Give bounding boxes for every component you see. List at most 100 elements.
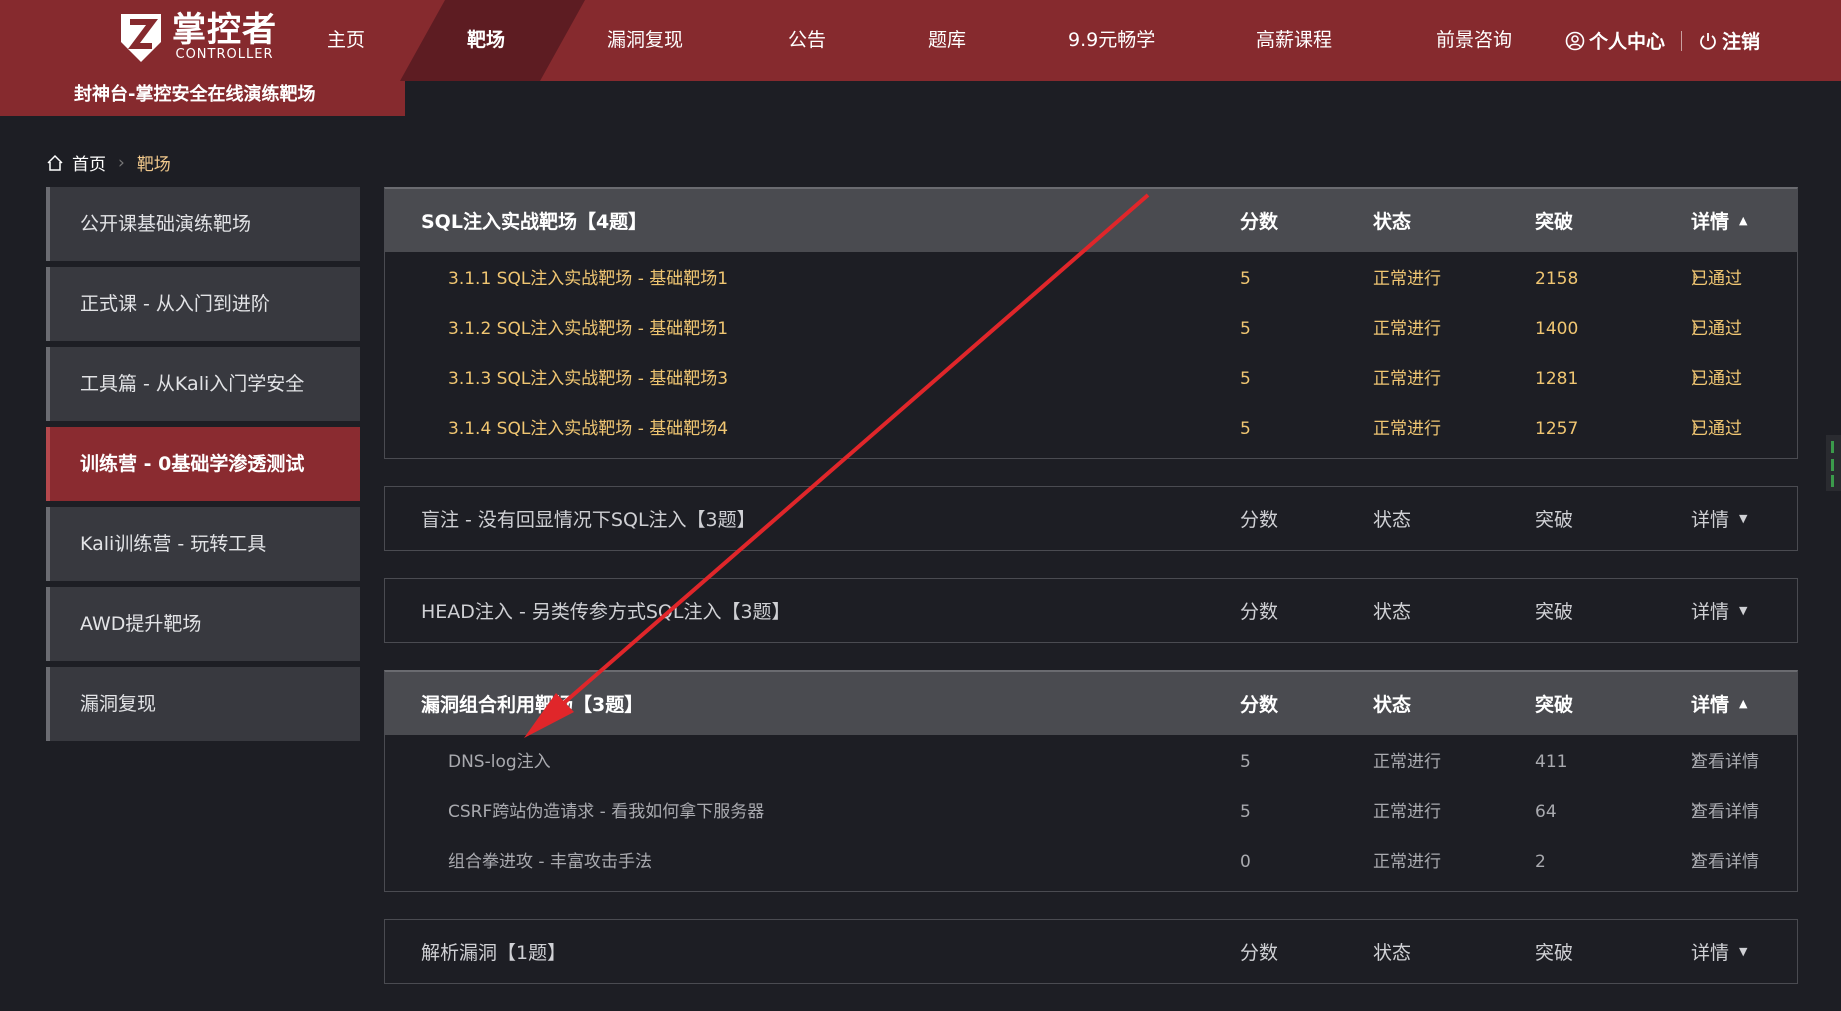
row-solved: 1257 xyxy=(1535,419,1579,439)
panel-header[interactable]: HEAD注入 - 另类传参方式SQL注入【3题】 分数 状态 突破 详情 ▼ xyxy=(385,579,1797,642)
sidebar-item-vuln-repro[interactable]: 漏洞复现 xyxy=(46,667,360,741)
table-row[interactable]: CSRF跨站伪造请求 - 看我如何拿下服务器 5 正常进行 64 查看详情 〉 xyxy=(385,787,1797,837)
panel-header[interactable]: SQL注入实战靶场【4题】 分数 状态 突破 详情 ▲ xyxy=(385,189,1797,252)
range-list: SQL注入实战靶场【4题】 分数 状态 突破 详情 ▲ 3.1.1 SQL注入实战… xyxy=(384,187,1798,1011)
caret-down-icon: ▼ xyxy=(1739,604,1748,617)
sidebar-item-awd[interactable]: AWD提升靶场 xyxy=(46,587,360,661)
user-center-label: 个人中心 xyxy=(1589,31,1666,53)
detail-toggle[interactable]: 详情 ▲ xyxy=(1691,207,1747,234)
logout-link[interactable]: 注销 xyxy=(1698,27,1760,54)
row-name[interactable]: 3.1.4 SQL注入实战靶场 - 基础靶场4 xyxy=(448,404,728,454)
table-row[interactable]: 组合拳进攻 - 丰富攻击手法 0 正常进行 2 查看详情 〉 xyxy=(385,837,1797,887)
brand-logo[interactable]: 掌控者 CONTROLLER xyxy=(118,10,277,66)
caret-down-icon: ▼ xyxy=(1739,512,1748,525)
detail-toggle[interactable]: 详情 ▼ xyxy=(1691,505,1747,532)
col-detail: 详情 xyxy=(1691,694,1730,716)
col-score: 分数 xyxy=(1240,601,1279,623)
table-row[interactable]: 3.1.2 SQL注入实战靶场 - 基础靶场1 5 正常进行 1400 已通过 … xyxy=(385,304,1797,354)
col-score: 分数 xyxy=(1240,694,1279,716)
row-name[interactable]: CSRF跨站伪造请求 - 看我如何拿下服务器 xyxy=(448,787,764,837)
nav-range[interactable]: 靶场 xyxy=(467,0,505,81)
table-row[interactable]: DNS-log注入 5 正常进行 411 查看详情 〉 xyxy=(385,737,1797,787)
nav-home[interactable]: 主页 xyxy=(327,0,365,81)
col-detail: 详情 xyxy=(1691,509,1730,531)
row-status: 正常进行 xyxy=(1373,269,1441,289)
breadcrumb-home[interactable]: 首页 xyxy=(72,150,106,175)
nav-promo[interactable]: 9.9元畅学 xyxy=(1068,0,1155,81)
chevron-right-icon: › xyxy=(118,152,125,173)
row-solved: 2158 xyxy=(1535,269,1579,289)
col-status: 状态 xyxy=(1373,694,1412,716)
chevron-right-icon: 〉 xyxy=(1691,319,1708,339)
row-status: 正常进行 xyxy=(1373,369,1441,389)
row-score: 0 xyxy=(1240,852,1251,872)
col-solved: 突破 xyxy=(1535,211,1574,233)
row-score: 5 xyxy=(1240,752,1251,772)
nav-consult[interactable]: 前景咨询 xyxy=(1436,0,1512,81)
sidebar-item-kali-camp[interactable]: Kali训练营 - 玩转工具 xyxy=(46,507,360,581)
breadcrumb-current: 靶场 xyxy=(136,155,171,175)
row-name[interactable]: 3.1.1 SQL注入实战靶场 - 基础靶场1 xyxy=(448,254,728,304)
row-solved: 2 xyxy=(1535,852,1546,872)
panel-title: 漏洞组合利用靶场【3题】 xyxy=(421,694,644,716)
row-score: 5 xyxy=(1240,419,1251,439)
row-solved: 411 xyxy=(1535,752,1568,772)
panel-title: 盲注 - 没有回显情况下SQL注入【3题】 xyxy=(421,509,756,531)
sidebar-item-tools[interactable]: 工具篇 - 从Kali入门学安全 xyxy=(46,347,360,421)
row-name[interactable]: 3.1.2 SQL注入实战靶场 - 基础靶场1 xyxy=(448,304,728,354)
detail-toggle[interactable]: 详情 ▼ xyxy=(1691,597,1747,624)
row-status: 正常进行 xyxy=(1373,319,1441,339)
table-row[interactable]: 3.1.1 SQL注入实战靶场 - 基础靶场1 5 正常进行 2158 已通过 … xyxy=(385,254,1797,304)
table-row[interactable]: 3.1.3 SQL注入实战靶场 - 基础靶场3 5 正常进行 1281 已通过 … xyxy=(385,354,1797,404)
brand-name-en: CONTROLLER xyxy=(175,47,274,62)
row-name[interactable]: 组合拳进攻 - 丰富攻击手法 xyxy=(448,837,652,887)
edge-indicator xyxy=(1826,435,1841,491)
col-solved: 突破 xyxy=(1535,601,1574,623)
row-score: 5 xyxy=(1240,269,1251,289)
nav-question-bank[interactable]: 题库 xyxy=(928,0,966,81)
sidebar-item-public-course[interactable]: 公开课基础演练靶场 xyxy=(46,187,360,261)
user-center-link[interactable]: 个人中心 xyxy=(1565,27,1665,54)
row-status: 正常进行 xyxy=(1373,802,1441,822)
col-status: 状态 xyxy=(1373,211,1412,233)
sidebar-item-training-camp[interactable]: 训练营 - 0基础学渗透测试 xyxy=(46,427,360,501)
brand-name: 掌控者 xyxy=(172,10,277,50)
row-score: 5 xyxy=(1240,369,1251,389)
shield-logo-icon xyxy=(121,14,161,62)
panel-header[interactable]: 盲注 - 没有回显情况下SQL注入【3题】 分数 状态 突破 详情 ▼ xyxy=(385,487,1797,550)
row-name[interactable]: DNS-log注入 xyxy=(448,737,551,787)
row-status: 正常进行 xyxy=(1373,419,1441,439)
chevron-right-icon: 〉 xyxy=(1691,752,1708,772)
nav-courses[interactable]: 高薪课程 xyxy=(1256,0,1332,81)
row-score: 5 xyxy=(1240,319,1251,339)
caret-up-icon: ▲ xyxy=(1739,697,1748,710)
breadcrumb: 首页 › 靶场 xyxy=(46,150,171,175)
chevron-right-icon: 〉 xyxy=(1691,269,1708,289)
home-icon xyxy=(47,154,63,171)
row-score: 5 xyxy=(1240,802,1251,822)
col-score: 分数 xyxy=(1240,509,1279,531)
sidebar-item-formal-course[interactable]: 正式课 - 从入门到进阶 xyxy=(46,267,360,341)
site-subtitle: 封神台-掌控安全在线演练靶场 xyxy=(74,84,316,105)
separator xyxy=(1681,30,1683,51)
power-icon xyxy=(1700,32,1716,50)
chevron-right-icon: 〉 xyxy=(1691,802,1708,822)
user-circle-icon xyxy=(1565,31,1585,50)
panel-title: SQL注入实战靶场【4题】 xyxy=(421,211,648,233)
nav-announcement[interactable]: 公告 xyxy=(788,0,826,81)
panel-blind-injection: 盲注 - 没有回显情况下SQL注入【3题】 分数 状态 突破 详情 ▼ xyxy=(384,486,1798,551)
table-row[interactable]: 3.1.4 SQL注入实战靶场 - 基础靶场4 5 正常进行 1257 已通过 … xyxy=(385,404,1797,454)
chevron-right-icon: 〉 xyxy=(1691,369,1708,389)
logout-label: 注销 xyxy=(1722,31,1761,53)
detail-toggle[interactable]: 详情 ▲ xyxy=(1691,690,1747,717)
panel-combo-exploit: 漏洞组合利用靶场【3题】 分数 状态 突破 详情 ▲ DNS-log注入 5 正常… xyxy=(384,670,1798,892)
panel-header[interactable]: 漏洞组合利用靶场【3题】 分数 状态 突破 详情 ▲ xyxy=(385,672,1797,735)
nav-vuln-repro[interactable]: 漏洞复现 xyxy=(607,0,683,81)
user-links: 个人中心 注销 xyxy=(1565,0,1760,81)
chevron-right-icon: 〉 xyxy=(1691,419,1708,439)
col-status: 状态 xyxy=(1373,601,1412,623)
chevron-right-icon: 〉 xyxy=(1691,852,1708,872)
row-status: 正常进行 xyxy=(1373,852,1441,872)
row-name[interactable]: 3.1.3 SQL注入实战靶场 - 基础靶场3 xyxy=(448,354,728,404)
col-solved: 突破 xyxy=(1535,509,1574,531)
